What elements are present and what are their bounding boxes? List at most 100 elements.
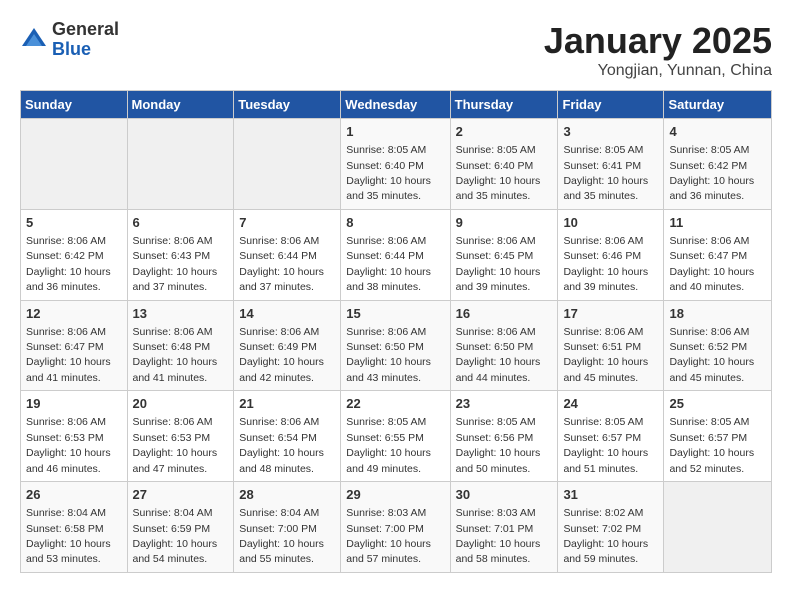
calendar-cell: 25Sunrise: 8:05 AM Sunset: 6:57 PM Dayli… xyxy=(664,391,772,482)
day-info: Sunrise: 8:05 AM Sunset: 6:57 PM Dayligh… xyxy=(563,416,648,474)
calendar-cell: 10 Sunrise: 8:06 AM Sunset: 6:46 PM Dayli… xyxy=(558,209,664,300)
day-number: 15 xyxy=(346,305,444,323)
calendar-cell: 22 Sunrise: 8:05 AM Sunset: 6:55 PM Dayli… xyxy=(341,391,450,482)
day-number: 16 xyxy=(456,305,553,323)
day-number: 17 xyxy=(563,305,658,323)
day-number: 9 xyxy=(456,214,553,232)
header-sunday: Sunday xyxy=(21,91,128,119)
day-info: Sunrise: 8:05 AM Sunset: 6:55 PM Dayligh… xyxy=(346,416,431,474)
calendar-header-row: SundayMondayTuesdayWednesdayThursdayFrid… xyxy=(21,91,772,119)
day-info: Sunrise: 8:05 AM Sunset: 6:40 PM Dayligh… xyxy=(456,144,541,202)
header-thursday: Thursday xyxy=(450,91,558,119)
day-info: Sunrise: 8:06 AM Sunset: 6:52 PM Dayligh… xyxy=(669,326,754,384)
calendar-cell: 1Sunrise: 8:05 AM Sunset: 6:40 PM Daylig… xyxy=(341,119,450,210)
calendar-week-row: 12 Sunrise: 8:06 AM Sunset: 6:47 PM Dayli… xyxy=(21,300,772,391)
calendar-cell: 19 Sunrise: 8:06 AM Sunset: 6:53 PM Dayli… xyxy=(21,391,128,482)
day-info: Sunrise: 8:06 AM Sunset: 6:47 PM Dayligh… xyxy=(26,326,111,384)
day-info: Sunrise: 8:06 AM Sunset: 6:44 PM Dayligh… xyxy=(239,235,324,293)
day-number: 29 xyxy=(346,486,444,504)
day-number: 28 xyxy=(239,486,335,504)
day-info: Sunrise: 8:06 AM Sunset: 6:46 PM Dayligh… xyxy=(563,235,648,293)
calendar-cell: 24Sunrise: 8:05 AM Sunset: 6:57 PM Dayli… xyxy=(558,391,664,482)
day-info: Sunrise: 8:04 AM Sunset: 6:58 PM Dayligh… xyxy=(26,507,111,565)
calendar-cell: 17 Sunrise: 8:06 AM Sunset: 6:51 PM Dayli… xyxy=(558,300,664,391)
calendar-cell: 12 Sunrise: 8:06 AM Sunset: 6:47 PM Dayli… xyxy=(21,300,128,391)
day-number: 26 xyxy=(26,486,122,504)
logo-general: General xyxy=(52,20,119,40)
day-number: 2 xyxy=(456,123,553,141)
calendar-cell xyxy=(127,119,234,210)
month-title: January 2025 xyxy=(544,20,772,62)
day-number: 31 xyxy=(563,486,658,504)
calendar-cell: 7 Sunrise: 8:06 AM Sunset: 6:44 PM Daylig… xyxy=(234,209,341,300)
calendar-week-row: 26 Sunrise: 8:04 AM Sunset: 6:58 PM Dayli… xyxy=(21,482,772,573)
calendar-cell: 4 Sunrise: 8:05 AM Sunset: 6:42 PM Daylig… xyxy=(664,119,772,210)
day-info: Sunrise: 8:06 AM Sunset: 6:42 PM Dayligh… xyxy=(26,235,111,293)
day-info: Sunrise: 8:05 AM Sunset: 6:57 PM Dayligh… xyxy=(669,416,754,474)
header-friday: Friday xyxy=(558,91,664,119)
day-info: Sunrise: 8:05 AM Sunset: 6:41 PM Dayligh… xyxy=(563,144,648,202)
day-info: Sunrise: 8:04 AM Sunset: 7:00 PM Dayligh… xyxy=(239,507,324,565)
day-info: Sunrise: 8:06 AM Sunset: 6:51 PM Dayligh… xyxy=(563,326,648,384)
calendar-cell xyxy=(21,119,128,210)
day-number: 11 xyxy=(669,214,766,232)
title-block: January 2025 Yongjian, Yunnan, China xyxy=(544,20,772,80)
header-tuesday: Tuesday xyxy=(234,91,341,119)
day-info: Sunrise: 8:06 AM Sunset: 6:47 PM Dayligh… xyxy=(669,235,754,293)
day-info: Sunrise: 8:05 AM Sunset: 6:42 PM Dayligh… xyxy=(669,144,754,202)
calendar-cell: 9Sunrise: 8:06 AM Sunset: 6:45 PM Daylig… xyxy=(450,209,558,300)
calendar-cell: 31Sunrise: 8:02 AM Sunset: 7:02 PM Dayli… xyxy=(558,482,664,573)
header-monday: Monday xyxy=(127,91,234,119)
day-number: 20 xyxy=(133,395,229,413)
day-number: 30 xyxy=(456,486,553,504)
day-info: Sunrise: 8:03 AM Sunset: 7:01 PM Dayligh… xyxy=(456,507,541,565)
day-number: 5 xyxy=(26,214,122,232)
day-info: Sunrise: 8:03 AM Sunset: 7:00 PM Dayligh… xyxy=(346,507,431,565)
day-info: Sunrise: 8:06 AM Sunset: 6:53 PM Dayligh… xyxy=(133,416,218,474)
calendar-cell: 3 Sunrise: 8:05 AM Sunset: 6:41 PM Daylig… xyxy=(558,119,664,210)
day-info: Sunrise: 8:06 AM Sunset: 6:50 PM Dayligh… xyxy=(346,326,431,384)
day-number: 22 xyxy=(346,395,444,413)
logo: General Blue xyxy=(20,20,119,60)
day-number: 7 xyxy=(239,214,335,232)
calendar-cell: 23Sunrise: 8:05 AM Sunset: 6:56 PM Dayli… xyxy=(450,391,558,482)
calendar-week-row: 19 Sunrise: 8:06 AM Sunset: 6:53 PM Dayli… xyxy=(21,391,772,482)
calendar-cell: 5 Sunrise: 8:06 AM Sunset: 6:42 PM Daylig… xyxy=(21,209,128,300)
day-number: 12 xyxy=(26,305,122,323)
calendar-cell: 20 Sunrise: 8:06 AM Sunset: 6:53 PM Dayli… xyxy=(127,391,234,482)
header-saturday: Saturday xyxy=(664,91,772,119)
day-number: 10 xyxy=(563,214,658,232)
calendar-week-row: 5 Sunrise: 8:06 AM Sunset: 6:42 PM Daylig… xyxy=(21,209,772,300)
day-info: Sunrise: 8:06 AM Sunset: 6:53 PM Dayligh… xyxy=(26,416,111,474)
calendar-table: SundayMondayTuesdayWednesdayThursdayFrid… xyxy=(20,90,772,573)
day-number: 27 xyxy=(133,486,229,504)
day-number: 23 xyxy=(456,395,553,413)
day-number: 4 xyxy=(669,123,766,141)
calendar-cell xyxy=(234,119,341,210)
header-wednesday: Wednesday xyxy=(341,91,450,119)
day-number: 14 xyxy=(239,305,335,323)
day-number: 18 xyxy=(669,305,766,323)
calendar-cell: 29 Sunrise: 8:03 AM Sunset: 7:00 PM Dayli… xyxy=(341,482,450,573)
day-number: 19 xyxy=(26,395,122,413)
day-number: 3 xyxy=(563,123,658,141)
calendar-cell: 16 Sunrise: 8:06 AM Sunset: 6:50 PM Dayli… xyxy=(450,300,558,391)
day-number: 1 xyxy=(346,123,444,141)
location: Yongjian, Yunnan, China xyxy=(544,62,772,80)
calendar-cell: 2 Sunrise: 8:05 AM Sunset: 6:40 PM Daylig… xyxy=(450,119,558,210)
day-info: Sunrise: 8:04 AM Sunset: 6:59 PM Dayligh… xyxy=(133,507,218,565)
logo-blue: Blue xyxy=(52,40,119,60)
calendar-cell: 11 Sunrise: 8:06 AM Sunset: 6:47 PM Dayli… xyxy=(664,209,772,300)
logo-text: General Blue xyxy=(52,20,119,60)
day-info: Sunrise: 8:06 AM Sunset: 6:50 PM Dayligh… xyxy=(456,326,541,384)
calendar-cell: 30 Sunrise: 8:03 AM Sunset: 7:01 PM Dayli… xyxy=(450,482,558,573)
logo-icon xyxy=(20,26,48,54)
day-number: 13 xyxy=(133,305,229,323)
calendar-cell: 27 Sunrise: 8:04 AM Sunset: 6:59 PM Dayli… xyxy=(127,482,234,573)
day-number: 8 xyxy=(346,214,444,232)
page-header: General Blue January 2025 Yongjian, Yunn… xyxy=(20,20,772,80)
day-number: 21 xyxy=(239,395,335,413)
day-info: Sunrise: 8:06 AM Sunset: 6:48 PM Dayligh… xyxy=(133,326,218,384)
calendar-cell: 26 Sunrise: 8:04 AM Sunset: 6:58 PM Dayli… xyxy=(21,482,128,573)
calendar-cell: 6Sunrise: 8:06 AM Sunset: 6:43 PM Daylig… xyxy=(127,209,234,300)
